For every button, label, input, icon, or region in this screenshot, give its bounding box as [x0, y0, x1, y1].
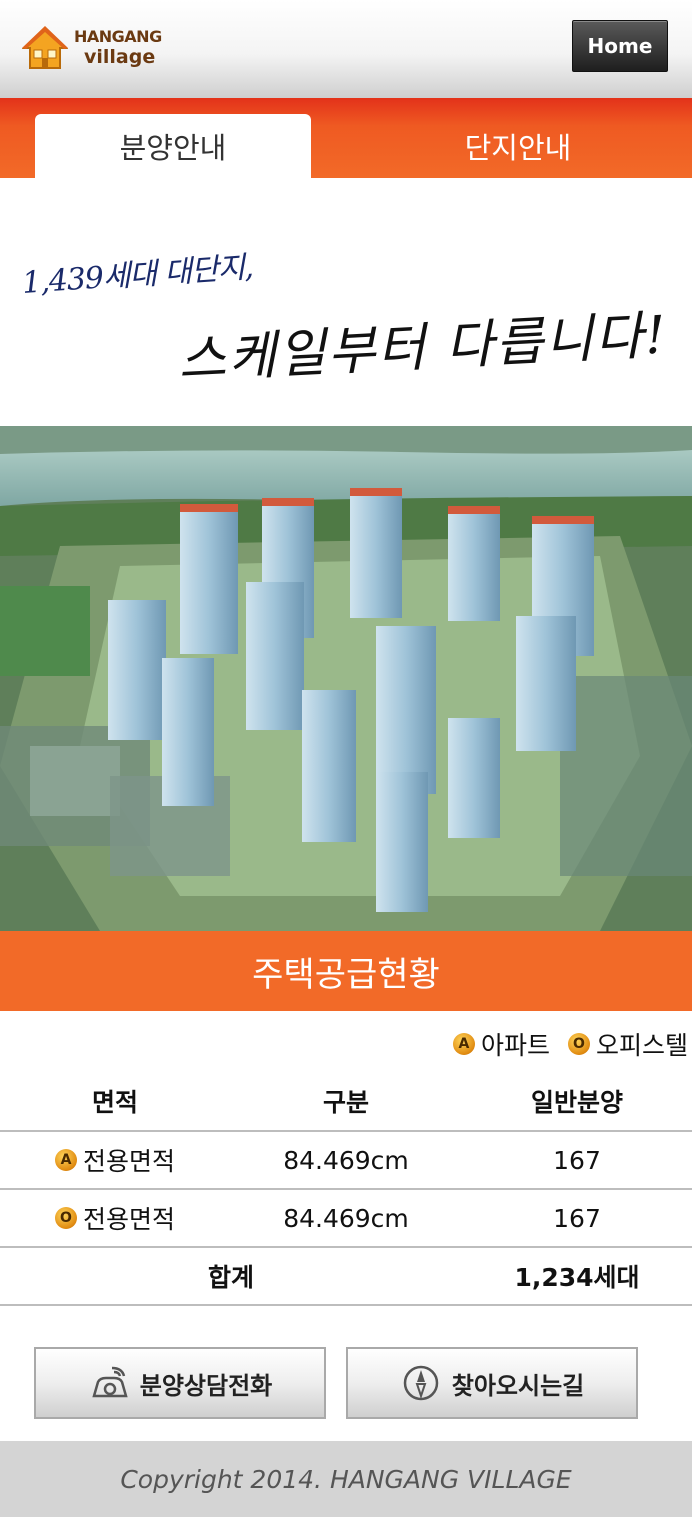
directions-label: 찾아오시는길: [451, 1371, 585, 1400]
header-general-sale: 일반분양: [530, 1088, 623, 1117]
table-total-row: 합계 1,234세대: [0, 1248, 692, 1306]
home-button[interactable]: Home: [572, 20, 668, 72]
table-header-row: 면적 구분 일반분양: [0, 1072, 692, 1132]
table-row: O 전용면적 84.469cm 167: [0, 1190, 692, 1248]
logo-line2: village: [84, 46, 156, 68]
supply-table: 면적 구분 일반분양 A 전용면적 84.469cm 167 O 전용면적 84…: [0, 1072, 692, 1306]
sales-call-button[interactable]: 분양상담전화: [34, 1347, 326, 1419]
row-area-cell: O 전용면적: [0, 1200, 230, 1236]
row-type: 84.469cm: [283, 1203, 409, 1233]
header-area: 면적: [91, 1088, 138, 1117]
row-count: 167: [553, 1145, 601, 1175]
row-area-cell: A 전용면적: [0, 1142, 230, 1178]
logo[interactable]: HANGANG village: [22, 22, 172, 74]
row-area-label: 전용면적: [82, 1147, 175, 1176]
table-row: A 전용면적 84.469cm 167: [0, 1132, 692, 1190]
tab-bar: 분양안내 단지안내: [0, 98, 692, 178]
slogan-line2: 스케일부터 다릅니다!: [176, 305, 670, 391]
sales-call-label: 분양상담전화: [139, 1371, 273, 1400]
total-label: 합계: [207, 1263, 254, 1292]
slogan-line1: 1,439세대 대단지,: [21, 249, 254, 301]
row-count: 167: [553, 1203, 601, 1233]
legend-officetel: O 오피스텔: [567, 1026, 688, 1062]
house-logo-icon: [22, 26, 68, 69]
logo-text: HANGANG village: [74, 29, 162, 67]
row-type: 84.469cm: [283, 1145, 409, 1175]
tab-sales-info[interactable]: 분양안내: [35, 114, 311, 178]
apartment-badge-icon: A: [54, 1149, 77, 1171]
apartment-badge-icon: A: [452, 1033, 475, 1055]
officetel-badge-icon: O: [567, 1033, 590, 1055]
officetel-badge-icon: O: [54, 1207, 77, 1229]
total-value: 1,234세대: [514, 1263, 640, 1292]
legend: A 아파트 O 오피스텔: [435, 1026, 688, 1062]
supply-section-title: 주택공급현황: [0, 931, 692, 1011]
legend-apartment-label: 아파트: [480, 1031, 550, 1060]
row-area-label: 전용면적: [82, 1205, 175, 1234]
phone-icon: [92, 1366, 128, 1398]
compass-icon: [403, 1365, 438, 1401]
logo-line1: HANGANG: [74, 27, 162, 46]
legend-officetel-label: 오피스텔: [595, 1031, 688, 1060]
tab-complex-info[interactable]: 단지안내: [380, 114, 656, 178]
directions-button[interactable]: 찾아오시는길: [346, 1347, 638, 1419]
slogan-banner: 1,439세대 대단지, 스케일부터 다릅니다!: [0, 178, 692, 426]
header: HANGANG village Home: [0, 0, 692, 98]
header-type: 구분: [322, 1088, 369, 1117]
legend-apartment: A 아파트: [452, 1026, 550, 1062]
footer-copyright: Copyright 2014. HANGANG VILLAGE: [0, 1441, 692, 1517]
complex-aerial-image: [0, 426, 692, 931]
